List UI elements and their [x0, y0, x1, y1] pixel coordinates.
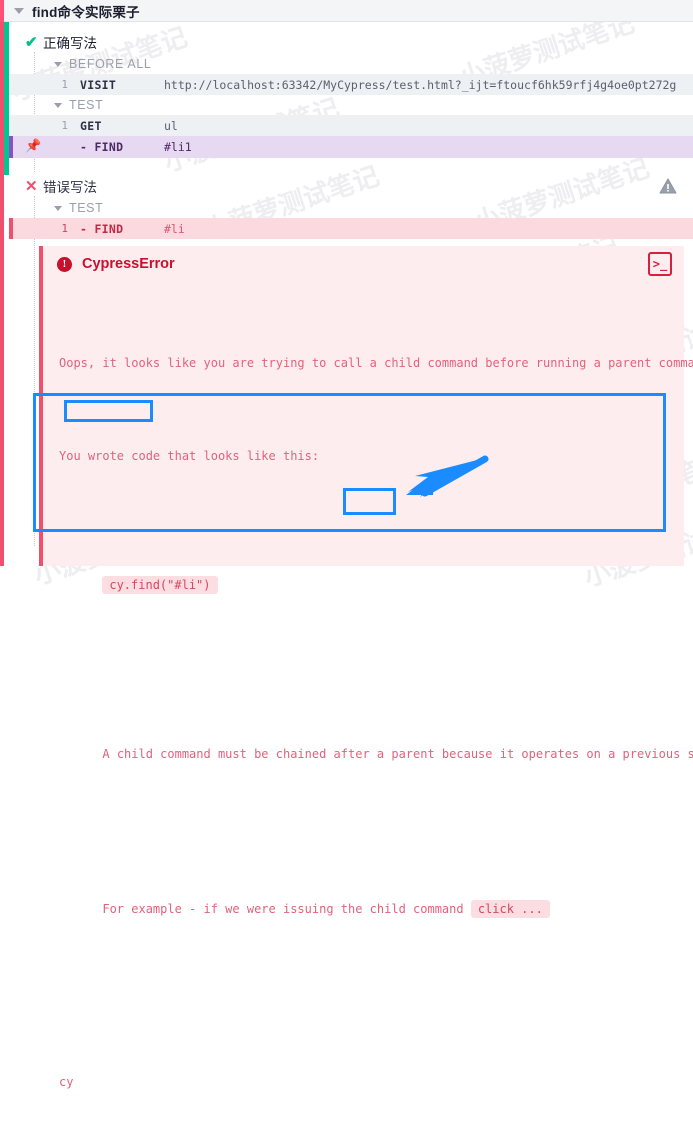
- command-row-failed[interactable]: 1 - FIND #li: [9, 218, 693, 239]
- command-number: 1: [61, 78, 68, 91]
- error-line-3: A child command must be chained after a …: [59, 708, 693, 801]
- test-item-fail[interactable]: ✕ 错误写法 TEST 1 - FIND #li: [9, 174, 693, 239]
- command-number: 1: [61, 222, 68, 235]
- command-name: VISIT: [80, 77, 117, 92]
- command-number: 1: [61, 119, 68, 132]
- code-block-line-1: cy: [59, 1075, 74, 1089]
- close-icon: ✕: [25, 178, 38, 195]
- command-message: http://localhost:63342/MyCypress/test.ht…: [164, 77, 677, 92]
- test-title: 错误写法: [43, 180, 97, 195]
- test-title-row[interactable]: ✔ 正确写法: [9, 30, 693, 54]
- command-message: ul: [164, 118, 178, 133]
- suite-header[interactable]: find命令实际栗子: [4, 0, 693, 22]
- command-name: GET: [80, 118, 102, 133]
- error-body: Oops, it looks like you are trying to ca…: [43, 282, 693, 1132]
- error-line-3-highlight: child command: [116, 747, 211, 761]
- error-line-1: Oops, it looks like you are trying to ca…: [59, 356, 693, 370]
- command-name: - FIND: [80, 140, 124, 154]
- test-title: 正确写法: [43, 36, 97, 51]
- tree-guide-line: [34, 196, 35, 546]
- error-line-3-suffix: must be chained after a parent because i…: [210, 747, 693, 761]
- error-line-3-prefix: A: [102, 747, 117, 761]
- error-line-4: For example - if we were issuing the chi…: [59, 863, 670, 956]
- error-code-snippet-1: cy.find("#li"): [102, 576, 218, 594]
- test-title-row[interactable]: ✕ 错误写法: [9, 174, 693, 198]
- terminal-icon-button[interactable]: >_: [648, 252, 672, 276]
- hook-label: TEST: [69, 201, 104, 215]
- command-message: #li1: [164, 140, 192, 154]
- suite-title: find命令实际栗子: [32, 4, 140, 20]
- command-row-pinned[interactable]: 📌 - FIND #li1: [9, 136, 693, 158]
- chevron-down-icon[interactable]: [14, 7, 24, 14]
- hook-group-before-all[interactable]: BEFORE ALL: [9, 54, 693, 74]
- test-item-pass[interactable]: ✔ 正确写法 BEFORE ALL 1 VISIT http://localho…: [9, 30, 693, 158]
- check-icon: ✔: [25, 34, 38, 51]
- command-name: - FIND: [80, 221, 124, 236]
- chevron-down-icon[interactable]: [54, 61, 62, 67]
- error-code-block: cy .get('button') // parent command must…: [59, 1027, 670, 1132]
- chevron-down-icon[interactable]: [54, 102, 62, 108]
- error-header: ! CypressError >_: [43, 246, 684, 282]
- warning-triangle-icon[interactable]: [659, 178, 677, 197]
- error-line-4-prefix: For example - if we were issuing the chi…: [102, 902, 471, 916]
- pin-icon[interactable]: 📌: [25, 139, 41, 155]
- hook-label: BEFORE ALL: [69, 57, 152, 71]
- chevron-down-icon[interactable]: [54, 205, 62, 211]
- error-panel: ! CypressError >_ Oops, it looks like yo…: [39, 246, 693, 1089]
- hook-group-test[interactable]: TEST: [9, 198, 693, 218]
- error-code-snippet-2: click ...: [470, 900, 550, 918]
- command-row[interactable]: 1 VISIT http://localhost:63342/MyCypress…: [9, 74, 693, 95]
- hook-label: TEST: [69, 98, 104, 112]
- command-message: #li: [164, 221, 185, 236]
- error-title: CypressError: [82, 256, 175, 272]
- command-row[interactable]: 1 GET ul: [9, 115, 693, 136]
- hook-group-test[interactable]: TEST: [9, 95, 693, 115]
- error-line-2: You wrote code that looks like this:: [59, 449, 320, 463]
- error-badge-icon: !: [57, 256, 72, 272]
